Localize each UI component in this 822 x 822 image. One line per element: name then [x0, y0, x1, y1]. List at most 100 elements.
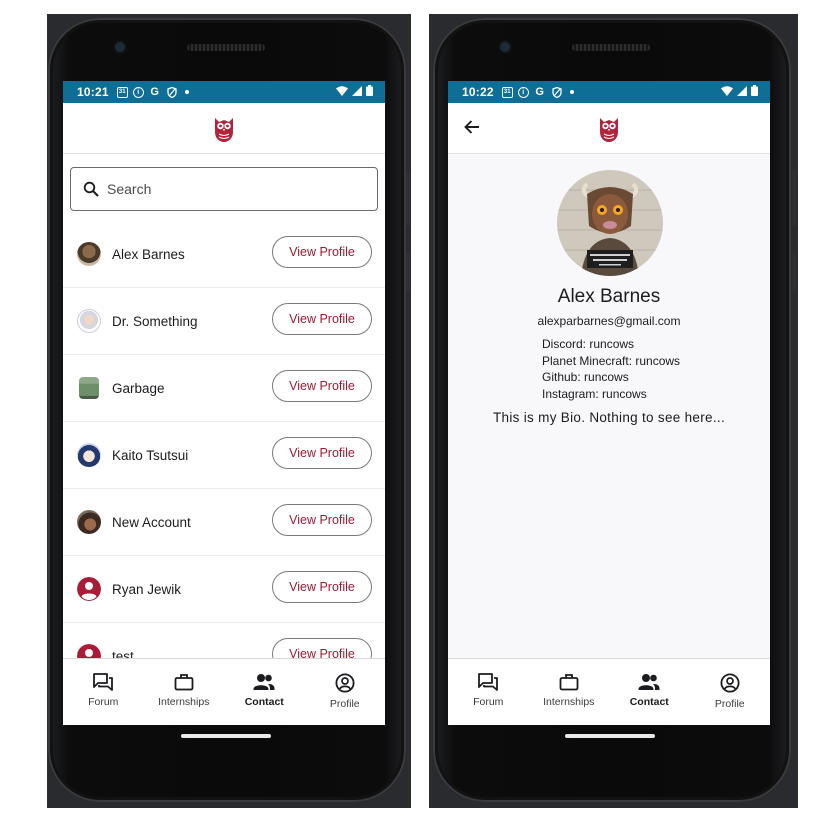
- people-icon: [638, 674, 660, 690]
- nav-label: Internships: [543, 696, 595, 708]
- contact-row: Ryan Jewik View Profile: [63, 556, 385, 623]
- avatar: [79, 377, 99, 399]
- google-icon: G: [535, 86, 544, 98]
- avatar: [77, 309, 101, 333]
- nav-forum[interactable]: Forum: [448, 659, 529, 725]
- battery-icon: [751, 85, 758, 99]
- owl-logo-icon: [215, 118, 233, 142]
- battery-icon: [366, 85, 373, 99]
- google-icon: G: [150, 86, 159, 98]
- contact-list: Alex Barnes View Profile Dr. Something V…: [63, 221, 385, 690]
- contact-row: Garbage View Profile: [63, 355, 385, 422]
- profile-name: Alex Barnes: [557, 286, 661, 307]
- home-indicator: [565, 734, 655, 738]
- briefcase-icon: [174, 674, 194, 691]
- contact-row: New Account View Profile: [63, 489, 385, 556]
- contact-name: Kaito Tsutsui: [112, 447, 189, 463]
- status-bar: 10:21 31 i G: [63, 81, 385, 103]
- nav-contact[interactable]: Contact: [224, 659, 305, 725]
- nav-label: Contact: [629, 696, 669, 708]
- view-profile-button[interactable]: View Profile: [272, 236, 372, 268]
- shield-icon: [166, 86, 178, 98]
- contacts-screen: 10:21 31 i G Search Alex Barnes View Pro…: [63, 81, 385, 725]
- profile-link-instagram: Instagram: runcows: [542, 386, 647, 401]
- search-field[interactable]: Search: [70, 167, 378, 211]
- avatar: [77, 443, 101, 467]
- signal-icon: [737, 85, 747, 99]
- account-circle-icon: [335, 673, 355, 693]
- nav-profile[interactable]: Profile: [305, 659, 386, 725]
- nav-label: Forum: [473, 696, 504, 708]
- earpiece-speaker: [187, 44, 265, 51]
- forum-icon: [93, 673, 114, 691]
- contact-name: Dr. Something: [112, 313, 198, 329]
- power-button: [406, 252, 410, 292]
- account-circle-icon: [77, 577, 101, 601]
- shield-icon: [551, 86, 563, 98]
- wifi-icon: [336, 85, 348, 99]
- search-icon: [83, 181, 99, 197]
- briefcase-icon: [559, 674, 579, 691]
- contact-name: Alex Barnes: [112, 246, 185, 262]
- nav-internships[interactable]: Internships: [529, 659, 610, 725]
- nav-forum[interactable]: Forum: [63, 659, 144, 725]
- calendar-icon: 31: [116, 86, 128, 98]
- nav-internships[interactable]: Internships: [144, 659, 225, 725]
- signal-icon: [352, 85, 362, 99]
- profile-link-github: Github: runcows: [542, 370, 629, 384]
- forum-icon: [478, 673, 499, 691]
- view-profile-button[interactable]: View Profile: [272, 437, 372, 469]
- contact-row: Dr. Something View Profile: [63, 288, 385, 355]
- volume-button: [792, 170, 796, 226]
- avatar: [77, 510, 101, 534]
- info-icon: i: [517, 86, 529, 98]
- app-bar: [63, 103, 385, 154]
- calendar-icon: 31: [501, 86, 513, 98]
- profile-link-discord: Discord: runcows: [542, 337, 635, 351]
- back-arrow-icon[interactable]: [462, 117, 482, 137]
- nav-label: Profile: [329, 698, 360, 710]
- wifi-icon: [721, 85, 733, 99]
- contact-name: New Account: [112, 514, 191, 530]
- profile-links: Discord: runcows Planet Minecraft: runco…: [542, 336, 680, 402]
- info-icon: i: [132, 86, 144, 98]
- status-time: 10:22: [462, 85, 494, 99]
- view-profile-button[interactable]: View Profile: [272, 571, 372, 603]
- nav-profile[interactable]: Profile: [690, 659, 771, 725]
- notification-dot-icon: [569, 90, 574, 94]
- profile-screen: 10:22 31 i G Alex Barnes alexparbarnes@g…: [448, 81, 770, 725]
- contact-row: Kaito Tsutsui View Profile: [63, 422, 385, 489]
- nav-contact[interactable]: Contact: [609, 659, 690, 725]
- volume-button: [406, 170, 410, 226]
- nav-label: Profile: [714, 698, 745, 710]
- view-profile-button[interactable]: View Profile: [272, 303, 372, 335]
- contact-row: Alex Barnes View Profile: [63, 221, 385, 288]
- nav-label: Contact: [244, 696, 284, 708]
- power-button: [792, 252, 796, 292]
- account-circle-icon: [720, 673, 740, 693]
- view-profile-button[interactable]: View Profile: [272, 370, 372, 402]
- owl-logo-icon: [600, 118, 618, 142]
- search-placeholder: Search: [107, 181, 152, 197]
- view-profile-button[interactable]: View Profile: [272, 504, 372, 536]
- contact-name: Ryan Jewik: [112, 581, 182, 597]
- profile-bio: This is my Bio. Nothing to see here...: [493, 410, 725, 425]
- profile-email: alexparbarnes@gmail.com: [537, 314, 681, 328]
- profile-link-planet-minecraft: Planet Minecraft: runcows: [542, 353, 681, 368]
- contact-name: Garbage: [112, 380, 165, 396]
- people-icon: [253, 674, 275, 690]
- earpiece-speaker: [572, 44, 650, 51]
- app-bar: [448, 103, 770, 154]
- status-bar: 10:22 31 i G: [448, 81, 770, 103]
- profile-avatar: [557, 170, 663, 276]
- avatar: [77, 242, 101, 266]
- profile-body: Alex Barnes alexparbarnes@gmail.com Disc…: [448, 154, 770, 659]
- bottom-navigation: Forum Internships Contact Profile: [63, 658, 385, 725]
- front-camera: [500, 42, 510, 52]
- notification-dot-icon: [184, 90, 189, 94]
- status-time: 10:21: [77, 85, 109, 99]
- nav-label: Forum: [88, 696, 119, 708]
- nav-label: Internships: [158, 696, 210, 708]
- home-indicator: [181, 734, 271, 738]
- front-camera: [115, 42, 125, 52]
